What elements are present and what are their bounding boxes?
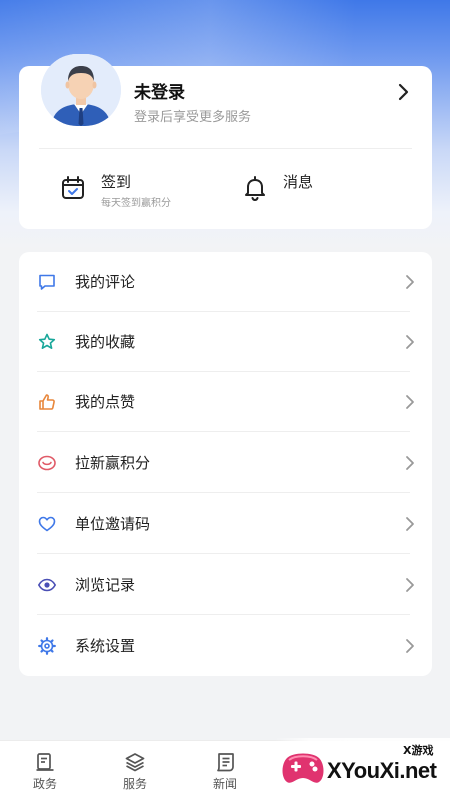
tab-news[interactable]: 新闻 <box>180 741 270 800</box>
menu-item-label: 浏览记录 <box>75 576 136 594</box>
tab-government[interactable]: 政务 <box>0 741 90 800</box>
divider <box>37 614 410 615</box>
chevron-right-icon <box>404 515 416 533</box>
menu-item-label: 我的点赞 <box>75 393 136 411</box>
tab-label: 政务 <box>32 777 57 791</box>
calendar-check-icon <box>59 174 87 202</box>
tab-label: 新闻 <box>212 777 237 791</box>
chevron-right-icon <box>404 393 416 411</box>
chevron-right-icon <box>404 454 416 472</box>
menu-item-likes[interactable]: 我的点赞 <box>19 372 432 432</box>
eye-icon <box>37 575 57 595</box>
menu-item-label: 拉新赢积分 <box>75 454 151 472</box>
signin-title: 签到 <box>101 173 132 191</box>
chevron-right-icon <box>404 333 416 351</box>
signin-subtitle: 每天签到赢积分 <box>101 198 171 209</box>
tab-label: 服务 <box>122 777 147 791</box>
menu-item-org-invite-code[interactable]: 单位邀请码 <box>19 494 432 554</box>
tab-services[interactable]: 服务 <box>90 741 180 800</box>
menu-item-label: 单位邀请码 <box>75 515 151 533</box>
menu-item-label: 系统设置 <box>75 637 136 655</box>
heart-icon <box>37 514 57 534</box>
menu-item-history[interactable]: 浏览记录 <box>19 555 432 615</box>
menu-item-label: 我的收藏 <box>75 333 136 351</box>
user-avatar-icon[interactable] <box>41 54 121 126</box>
watermark: X游戏 XYouXi.net <box>275 738 450 800</box>
divider <box>37 553 410 554</box>
menu-item-comments[interactable]: 我的评论 <box>19 252 432 312</box>
divider <box>37 492 410 493</box>
menu-item-label: 我的评论 <box>75 273 136 291</box>
login-status-subtitle: 登录后享受更多服务 <box>134 110 252 125</box>
login-status-title[interactable]: 未登录 <box>134 78 185 103</box>
menu-item-invite-points[interactable]: 拉新赢积分 <box>19 433 432 493</box>
watermark-small-text: X游戏 <box>403 744 434 757</box>
messages-button[interactable]: 消息 <box>241 166 391 210</box>
messages-title: 消息 <box>283 173 314 191</box>
menu-item-favorites[interactable]: 我的收藏 <box>19 312 432 372</box>
gamepad-logo-icon <box>279 744 327 792</box>
thumb-up-icon <box>37 392 57 412</box>
watermark-text: XYouXi.net <box>327 758 437 783</box>
card-divider <box>39 148 412 149</box>
chevron-right-icon <box>404 273 416 291</box>
eye-ring-icon <box>37 453 57 473</box>
menu-list: 我的评论 我的收藏 我的点赞 拉新赢积分 单位邀请码 浏览记录 系统设置 <box>19 252 432 676</box>
chevron-right-icon[interactable] <box>394 80 414 104</box>
newspaper-icon <box>214 751 236 773</box>
gear-icon <box>37 636 57 656</box>
layers-icon <box>124 751 146 773</box>
divider <box>37 431 410 432</box>
chevron-right-icon <box>404 637 416 655</box>
chevron-right-icon <box>404 576 416 594</box>
comment-icon <box>37 272 57 292</box>
profile-card[interactable]: 未登录 登录后享受更多服务 签到 每天签到赢积分 消息 <box>19 54 432 229</box>
signin-button[interactable]: 签到 每天签到赢积分 <box>59 166 239 210</box>
government-icon <box>34 751 56 773</box>
star-icon <box>37 332 57 352</box>
bell-icon <box>241 174 269 202</box>
menu-item-settings[interactable]: 系统设置 <box>19 616 432 676</box>
